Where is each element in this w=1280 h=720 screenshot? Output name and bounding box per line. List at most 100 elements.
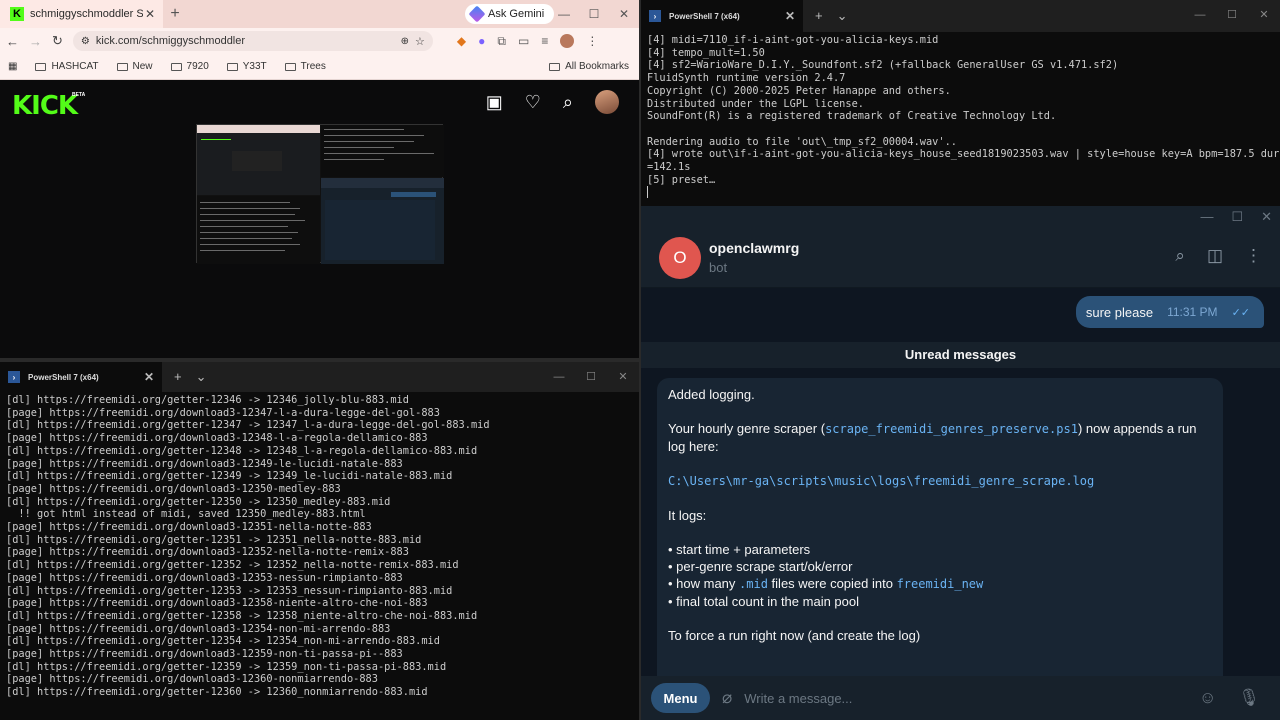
microphone-icon[interactable]: 🎙 bbox=[1238, 688, 1260, 708]
menu-icon[interactable]: ⋮ bbox=[586, 34, 598, 48]
dropdown-chevron-icon[interactable]: ⌄ bbox=[837, 8, 848, 24]
zoom-icon[interactable]: ⊕ bbox=[401, 36, 409, 47]
terminal-line: [page] https://freemidi.org/download3-12… bbox=[6, 546, 409, 559]
terminal-tab[interactable]: › PowerShell 7 (x64) ✕ bbox=[0, 362, 162, 393]
maximize-icon[interactable]: ☐ bbox=[1216, 0, 1248, 30]
text: • how many bbox=[668, 576, 740, 591]
new-tab-icon[interactable]: + bbox=[815, 8, 823, 24]
inline-code[interactable]: scrape_freemidi_genres_preserve.ps1 bbox=[825, 422, 1078, 436]
terminal-line: [dl] https://freemidi.org/getter-12360 -… bbox=[6, 686, 428, 699]
inline-code[interactable]: .mid bbox=[739, 577, 768, 591]
minimize-icon[interactable]: — bbox=[1184, 0, 1216, 30]
tab-close-icon[interactable]: ✕ bbox=[143, 7, 157, 21]
new-tab-icon[interactable]: + bbox=[174, 369, 182, 385]
dropdown-chevron-icon[interactable]: ⌄ bbox=[196, 369, 207, 385]
terminal-tab-bar: › PowerShell 7 (x64) ✕ + ⌄ — ☐ ✕ bbox=[641, 0, 1280, 32]
site-info-icon[interactable]: ⚙ bbox=[81, 36, 90, 47]
bullet-item: • per-genre scrape start/ok/error bbox=[668, 559, 853, 574]
bookmark-7920[interactable]: 7920 bbox=[170, 61, 209, 72]
ask-gemini-button[interactable]: Ask Gemini bbox=[465, 4, 555, 24]
terminal-output[interactable]: [dl] https://freemidi.org/getter-12346 -… bbox=[0, 392, 639, 701]
stream-video-player[interactable] bbox=[196, 124, 444, 264]
terminal-line: [5] preset… bbox=[647, 173, 716, 186]
chat-avatar[interactable]: O bbox=[659, 236, 701, 279]
maximize-icon[interactable]: ☐ bbox=[579, 0, 609, 28]
terminal-output[interactable]: [4] midi=7110_if-i-aint-got-you-alicia-k… bbox=[641, 32, 1280, 204]
terminal-line: [page] https://freemidi.org/download3-12… bbox=[6, 457, 403, 470]
address-bar[interactable]: ⚙ kick.com/schmiggyschmoddler ⊕ ☆ bbox=[72, 31, 433, 51]
terminal-line: Distributed under the LGPL license. bbox=[647, 97, 864, 110]
profile-avatar[interactable] bbox=[560, 34, 575, 48]
terminal-line: [dl] https://freemidi.org/getter-12349 -… bbox=[6, 470, 453, 483]
bookmark-hashcat[interactable]: HASHCAT bbox=[35, 61, 99, 72]
terminal-line: [4] sf2=WarioWare_D.I.Y._Soundfont.sf2 (… bbox=[647, 59, 1119, 72]
outgoing-message[interactable]: sure please 11:31 PM ✓✓ bbox=[1075, 296, 1264, 328]
attach-paperclip-icon[interactable]: ⌀ bbox=[722, 688, 732, 708]
terminal-tab[interactable]: › PowerShell 7 (x64) ✕ bbox=[641, 0, 803, 32]
close-window-icon[interactable]: ✕ bbox=[609, 0, 639, 28]
all-bookmarks[interactable]: All Bookmarks bbox=[549, 61, 629, 72]
search-icon[interactable]: ⌕ bbox=[1175, 246, 1185, 266]
bookmark-label: 7920 bbox=[186, 61, 209, 72]
incoming-message[interactable]: Added logging. Your hourly genre scraper… bbox=[657, 378, 1223, 676]
close-window-icon[interactable]: ✕ bbox=[607, 362, 639, 392]
close-window-icon[interactable]: ✕ bbox=[1248, 0, 1280, 30]
bookmark-label: HASHCAT bbox=[51, 61, 99, 72]
browser-tab[interactable]: K schmiggyschmoddler Stream - ✕ bbox=[0, 0, 163, 28]
terminal-line: SoundFont(R) is a registered trademark o… bbox=[647, 110, 1057, 123]
minimize-icon[interactable]: — bbox=[549, 0, 579, 28]
extension-fox-icon[interactable]: ◆ bbox=[457, 34, 466, 48]
minimize-icon[interactable]: — bbox=[1200, 209, 1213, 225]
user-avatar[interactable] bbox=[595, 90, 619, 114]
terminal-line: [dl] https://freemidi.org/getter-12348 -… bbox=[6, 444, 478, 457]
chat-history[interactable]: sure please 11:31 PM ✓✓ Unread messages … bbox=[641, 288, 1280, 676]
terminal-line: [page] https://freemidi.org/download3-12… bbox=[6, 622, 391, 635]
sidebar-toggle-icon[interactable]: ◫ bbox=[1207, 246, 1223, 266]
bookmark-y33t[interactable]: Y33T bbox=[226, 61, 267, 72]
terminal-line: [dl] https://freemidi.org/getter-12351 -… bbox=[6, 533, 422, 546]
powershell-icon: › bbox=[649, 10, 661, 22]
terminal-line: [page] https://freemidi.org/download3-12… bbox=[6, 406, 440, 419]
chat-name[interactable]: openclawmrg bbox=[709, 240, 799, 256]
bookmark-star-icon[interactable]: ☆ bbox=[415, 35, 425, 48]
kick-logo[interactable]: KICK bbox=[12, 91, 78, 121]
bookmark-label: New bbox=[132, 61, 153, 72]
close-window-icon[interactable]: ✕ bbox=[1261, 209, 1272, 225]
folder-icon bbox=[226, 62, 238, 71]
minimize-icon[interactable]: — bbox=[543, 362, 575, 392]
text: files were copied into bbox=[767, 576, 897, 591]
maximize-icon[interactable]: ☐ bbox=[1231, 209, 1243, 225]
browse-icon[interactable]: ▣ bbox=[486, 92, 503, 113]
bookmark-new[interactable]: New bbox=[116, 61, 153, 72]
tab-close-icon[interactable]: ✕ bbox=[144, 370, 154, 384]
stream-thumb-terminal bbox=[321, 125, 444, 177]
extensions-icon[interactable]: ⧉ bbox=[497, 34, 506, 49]
back-icon[interactable]: ← bbox=[6, 34, 19, 49]
search-icon[interactable]: ⌕ bbox=[563, 92, 573, 113]
message-composer: Menu ⌀ Write a message... ☺ 🎙 bbox=[641, 676, 1280, 720]
apps-icon[interactable]: ▦ bbox=[8, 61, 17, 72]
folder-icon bbox=[116, 62, 128, 71]
tab-close-icon[interactable]: ✕ bbox=[785, 9, 795, 23]
new-tab-button[interactable]: + bbox=[163, 5, 187, 23]
emoji-icon[interactable]: ☺ bbox=[1199, 688, 1216, 708]
bookmark-label: Trees bbox=[300, 61, 326, 72]
reload-icon[interactable]: ↻ bbox=[52, 33, 63, 49]
gemini-icon bbox=[468, 5, 486, 23]
inline-code[interactable]: C:\Users\mr-ga\scripts\music\logs\freemi… bbox=[668, 474, 1094, 488]
message-input[interactable]: Write a message... bbox=[744, 691, 1187, 706]
folder-icon bbox=[35, 62, 47, 71]
media-icon[interactable]: ≡ bbox=[541, 34, 548, 48]
more-options-icon[interactable]: ⋮ bbox=[1245, 246, 1262, 266]
terminal-line: =142.1s bbox=[647, 161, 691, 174]
bot-menu-button[interactable]: Menu bbox=[651, 683, 710, 713]
forward-icon[interactable]: → bbox=[29, 34, 42, 49]
terminal-line: [dl] https://freemidi.org/getter-12358 -… bbox=[6, 609, 478, 622]
sidepanel-icon[interactable]: ▭ bbox=[518, 34, 529, 48]
extension-purple-icon[interactable]: ● bbox=[478, 34, 485, 48]
inline-code[interactable]: freemidi_new bbox=[897, 577, 984, 591]
bookmark-trees[interactable]: Trees bbox=[284, 61, 326, 72]
maximize-icon[interactable]: ☐ bbox=[575, 362, 607, 392]
following-heart-icon[interactable]: ♡ bbox=[525, 92, 541, 113]
